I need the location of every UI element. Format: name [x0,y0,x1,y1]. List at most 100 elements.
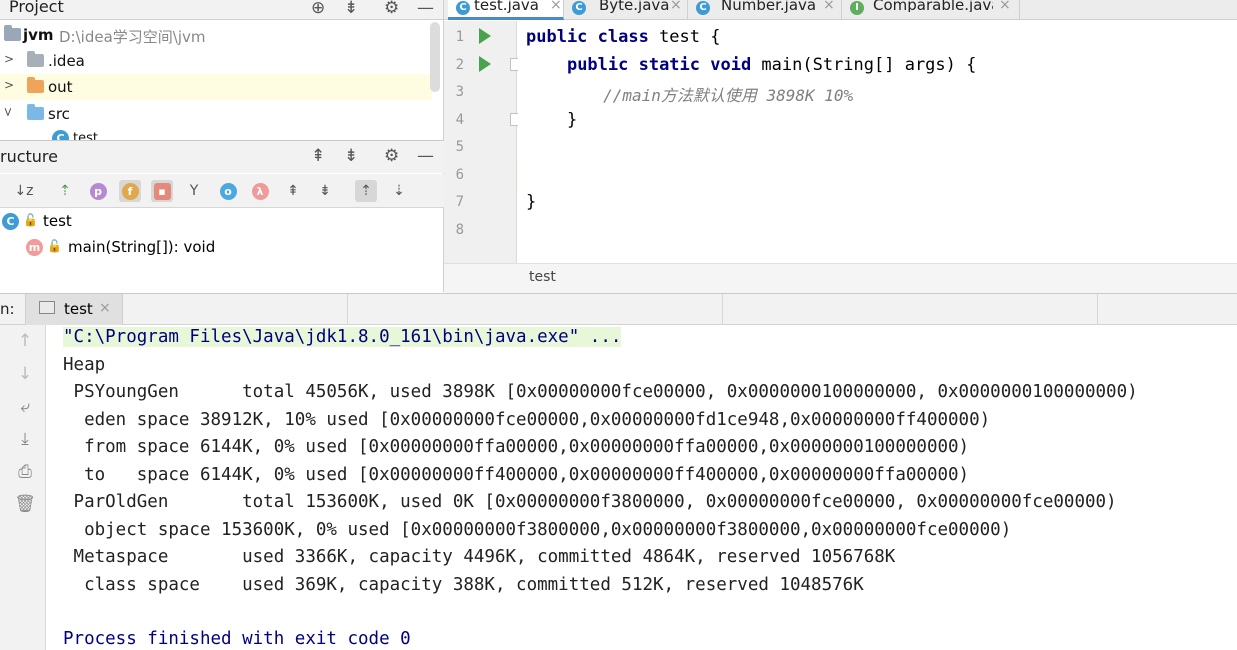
gear-icon[interactable]: ⚙ [384,146,399,166]
class-icon: C [696,1,710,15]
line-number: 3 [455,84,464,100]
autoscroll-from-source-icon[interactable]: ⇣ [388,180,410,202]
folder-icon [27,51,44,67]
run-class-icon[interactable] [479,28,491,44]
line-number: 4 [455,112,464,128]
chevron-right-icon[interactable]: > [4,78,14,92]
editor-gutter: 1 2 3 4 5 6 7 8 [444,21,523,263]
tab-label: test.java [474,0,540,14]
header-divider [1097,294,1098,325]
autoscroll-to-source-icon[interactable]: ⇡ [355,180,377,202]
tree-item-label: out [48,78,73,96]
console-line: PSYoungGen total 45056K, used 3898K [0x0… [63,382,1138,402]
run-side-toolbar: ↑ ↓ ⤶ ⤓ ⎙ 🗑 [0,325,46,650]
structure-panel-title[interactable]: ructure [0,147,58,166]
console-output[interactable]: "C:\Program Files\Java\jdk1.8.0_161\bin\… [46,325,1237,650]
gear-icon[interactable]: ⚙ [384,0,399,18]
tab-byte-java[interactable]: C Byte.java × [564,0,688,20]
class-icon: C [52,130,69,140]
locate-icon[interactable]: ⊕ [311,0,325,18]
code-editor[interactable]: public class test { public static void m… [518,21,1237,263]
header-divider [722,294,723,325]
code-line-3: //main方法默认使用 3898K 10% [526,82,853,106]
breadcrumb-item[interactable]: test [529,269,556,285]
structure-method-label: main(String[]): void [68,238,216,256]
tree-item-src[interactable]: > src [0,101,432,127]
chevron-down-icon[interactable]: > [1,107,15,117]
code-comment: //main方法默认使用 3898K 10% [603,86,854,105]
line-number: 6 [455,167,464,183]
soft-wrap-icon[interactable]: ⤶ [14,397,36,417]
console-line: from space 6144K, 0% used [0x00000000ffa… [63,437,970,457]
tree-item-test[interactable]: C test [0,127,432,140]
close-icon[interactable]: × [550,0,562,12]
public-lock-icon: 🔓 [23,213,38,227]
tab-label: Number.java [721,0,817,14]
show-fields-icon[interactable]: f [119,180,141,202]
hide-icon[interactable]: — [417,0,434,18]
close-icon[interactable]: × [999,0,1011,12]
tree-item-idea[interactable]: > .idea [0,48,432,74]
console-line: to space 6144K, 0% used [0x00000000ff400… [63,465,970,485]
expand-all-icon[interactable]: ⇞ [311,146,325,166]
console-icon [39,301,55,314]
code-keyword: public static void [566,55,752,75]
public-lock-icon: 🔓 [47,239,62,253]
hide-icon[interactable]: — [417,146,434,166]
close-icon[interactable]: × [99,300,111,316]
close-icon[interactable]: × [670,0,682,12]
console-line: class space used 369K, capacity 388K, co… [63,575,864,595]
header-divider [347,294,348,325]
project-panel-title[interactable]: Project [9,0,64,16]
sort-alpha-icon[interactable]: ↓z [13,180,35,202]
code-line-4: } [526,110,577,130]
code-text: test { [648,27,721,47]
show-lambdas-icon[interactable]: λ [249,180,271,202]
show-anonymous-icon[interactable]: o [217,180,239,202]
run-tab-label: test [64,300,93,318]
tab-number-java[interactable]: C Number.java × [688,0,842,20]
collapse-all-icon[interactable]: ⇟ [344,146,358,166]
line-number: 5 [455,139,464,155]
print-icon[interactable]: ⎙ [14,462,36,482]
line-number: 1 [455,29,464,45]
arrow-down-icon[interactable]: ↓ [14,364,36,384]
console-line: object space 153600K, 0% used [0x0000000… [63,520,1012,540]
code-line-7: } [526,192,536,212]
arrow-up-icon[interactable]: ↑ [14,331,36,351]
line-number: 7 [455,194,464,210]
code-line-2: public static void main(String[] args) { [526,55,976,75]
tab-label: Byte.java [599,0,670,14]
tree-item-label: .idea [48,52,85,70]
tree-root-jvm[interactable]: jvm D:\idea学习空间\jvm [0,22,432,48]
chevron-right-icon[interactable]: > [4,52,14,66]
run-main-icon[interactable] [479,56,491,72]
source-folder-icon [27,104,44,120]
project-scrollbar[interactable] [430,22,440,92]
breadcrumb: test [444,263,1237,293]
tree-item-out[interactable]: > out [0,74,432,100]
scroll-to-end-icon[interactable]: ⤓ [14,429,36,449]
run-tab-test[interactable]: test × [25,294,123,325]
show-hierarchy-icon[interactable]: Y [183,180,205,202]
class-icon: C [456,1,470,15]
show-properties-icon[interactable]: p [87,180,109,202]
code-line-1: public class test { [526,27,720,47]
tree-root-label: jvm [23,26,54,44]
structure-class-label: test [43,212,72,230]
show-inherited-icon[interactable]: ⇡ [54,180,76,202]
collapse-all-icon[interactable]: ⇟ [314,180,336,202]
line-number: 2 [455,57,464,73]
console-line: "C:\Program Files\Java\jdk1.8.0_161\bin\… [63,327,622,347]
structure-panel-header: ructure ⇞ ⇟ ⚙ — [0,141,444,173]
trash-icon[interactable]: 🗑 [14,494,36,514]
collapse-all-icon[interactable]: ⇟ [344,0,358,18]
tab-test-java[interactable]: C test.java × [448,0,564,20]
tab-comparable-java[interactable]: I Comparable.java × [842,0,1020,20]
close-icon[interactable]: × [823,0,835,12]
code-keyword: public class [526,27,649,47]
show-non-public-icon[interactable]: ▪ [151,180,173,202]
expand-all-icon[interactable]: ⇞ [282,180,304,202]
tree-root-path: D:\idea学习空间\jvm [59,28,206,46]
project-panel-header: Project ⊕ ⇟ ⚙ — [0,0,443,20]
